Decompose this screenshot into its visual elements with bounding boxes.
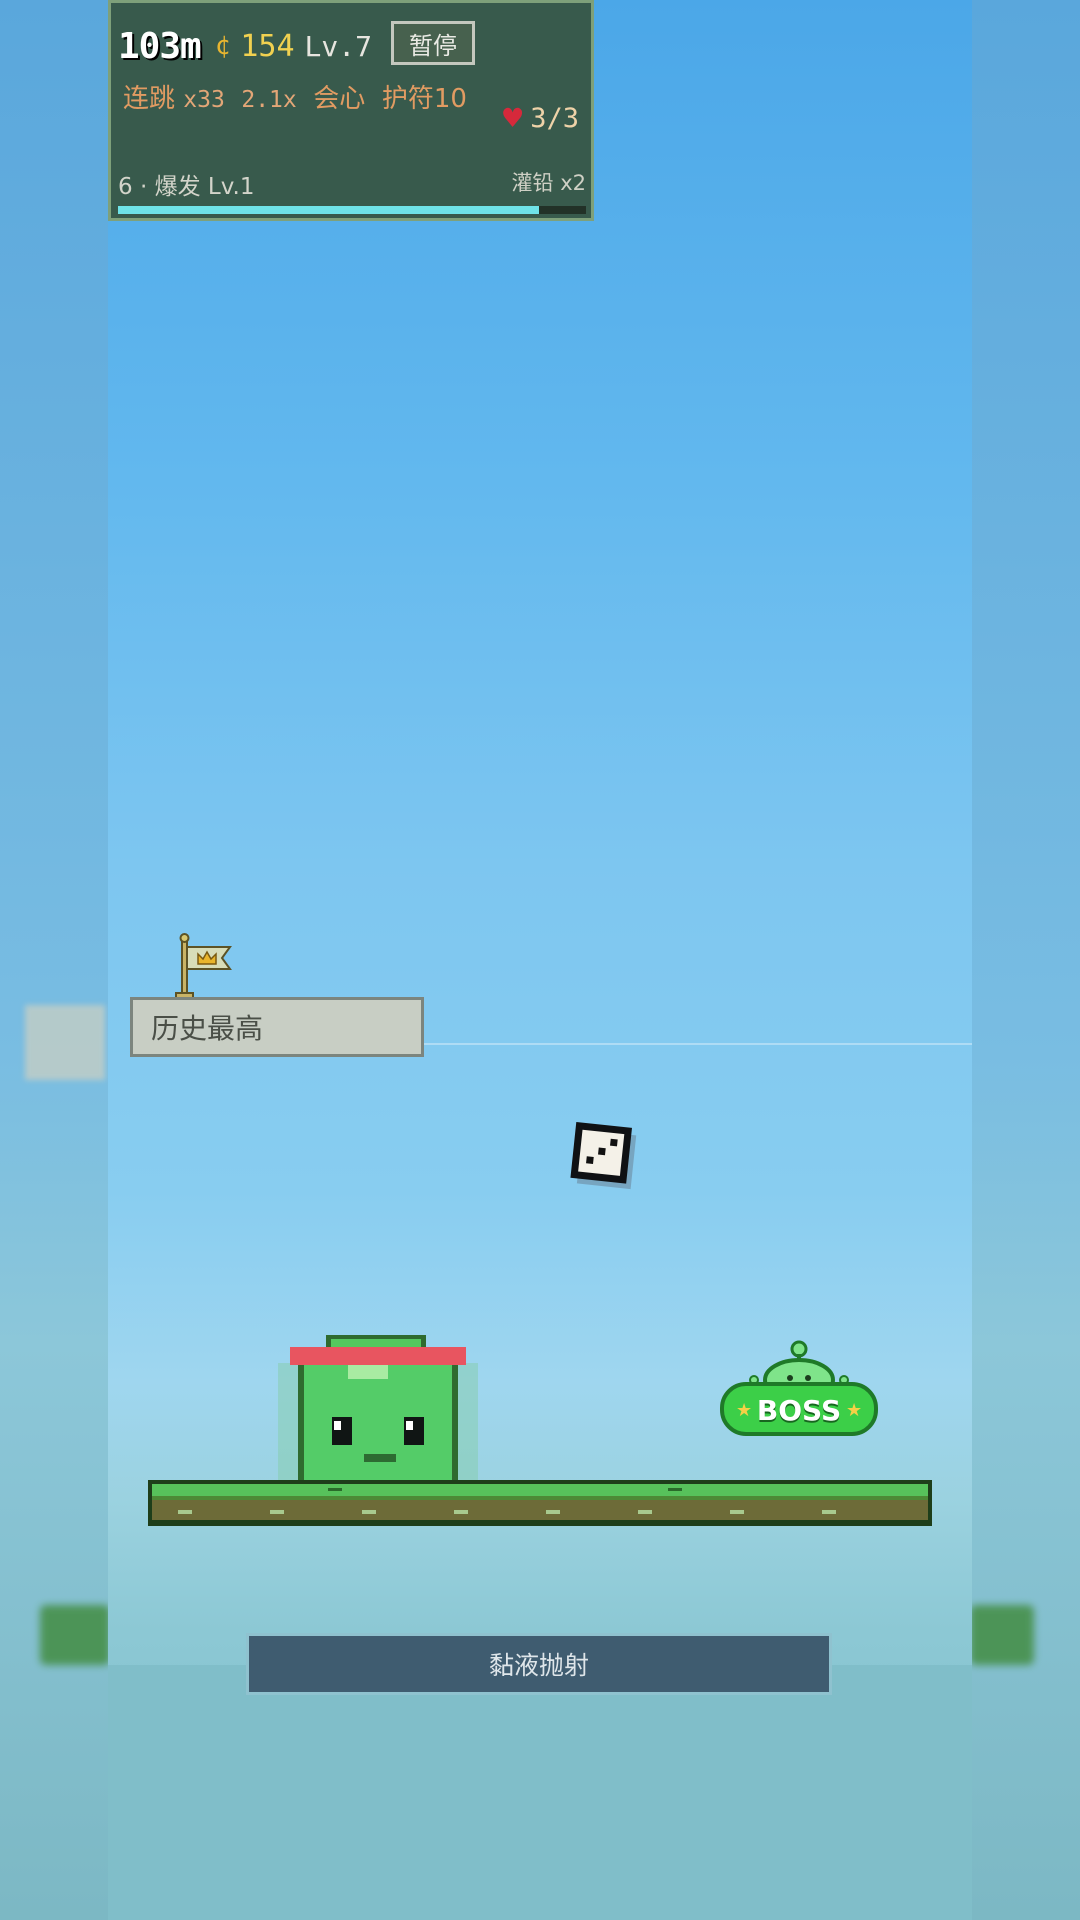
combo-label: 连跳 xyxy=(123,84,176,114)
heart-icon: ♥ xyxy=(503,99,523,137)
backdrop-label xyxy=(25,1005,105,1080)
hud-stats-row: 103m ¢ 154 Lv.7 xyxy=(118,21,372,71)
distance-value: 103m xyxy=(118,25,202,67)
hud-skill-row: 6 · 爆发 Lv.1 灌铅 x2 xyxy=(118,167,586,201)
game-viewport[interactable]: 103m ¢ 154 Lv.7 暂停 连跳 x33 2.1x 会心 护符10 ♥… xyxy=(108,0,972,1920)
skill-text: 6 · 爆发 Lv.1 xyxy=(118,174,255,200)
hud-combo-row: 连跳 x33 2.1x 会心 护符10 xyxy=(123,81,493,119)
progress-fill xyxy=(118,206,540,214)
best-height-line xyxy=(424,1043,972,1045)
lives-display: ♥ 3/3 xyxy=(503,99,579,137)
progress-bar xyxy=(118,206,586,214)
boss-badge[interactable]: ★ ★ BOSS xyxy=(718,1338,880,1438)
combo-value: x33 xyxy=(183,87,225,113)
charm-label: 护符10 xyxy=(381,84,467,114)
ground-band xyxy=(108,1665,972,1920)
boss-label: BOSS xyxy=(756,1394,842,1427)
flag-crown-icon xyxy=(175,933,232,999)
slime-shot-button[interactable]: 黏液抛射 xyxy=(246,1633,832,1695)
grass-platform xyxy=(148,1480,932,1526)
buff-text: 灌铅 x2 xyxy=(511,171,586,195)
best-height-label: 历史最高 xyxy=(130,997,424,1057)
dice-icon[interactable] xyxy=(567,1119,640,1192)
level-value: Lv.7 xyxy=(304,29,372,63)
lives-value: 3/3 xyxy=(530,102,580,134)
pause-button[interactable]: 暂停 xyxy=(391,21,475,65)
backdrop-platform-left xyxy=(40,1605,110,1665)
multiplier-value: 2.1x xyxy=(241,87,297,113)
hud-panel: 103m ¢ 154 Lv.7 暂停 连跳 x33 2.1x 会心 护符10 ♥… xyxy=(108,0,594,221)
coin-icon: ¢ xyxy=(214,31,231,61)
crit-label: 会心 xyxy=(313,84,366,114)
backdrop-platform-right xyxy=(970,1605,1034,1665)
coin-count: 154 xyxy=(240,28,295,64)
